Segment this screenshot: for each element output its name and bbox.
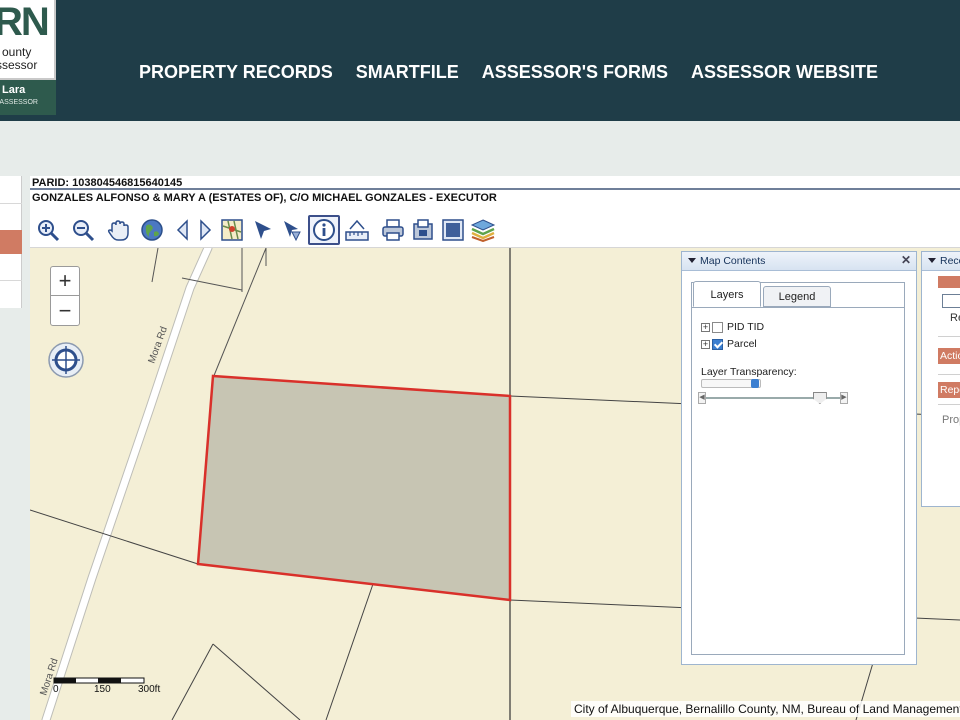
record-tab-bar[interactable] bbox=[938, 276, 960, 288]
reports-button[interactable]: Reports bbox=[938, 382, 960, 398]
record-divider bbox=[938, 336, 960, 337]
logo-mark: RN bbox=[0, 0, 50, 44]
left-panel-divider bbox=[0, 280, 22, 281]
record-label: Re bbox=[950, 312, 960, 324]
map-zoom-out-button[interactable]: − bbox=[51, 297, 79, 326]
map-view-icon[interactable] bbox=[218, 216, 246, 244]
transparency-slider[interactable]: ◀ ▶ bbox=[698, 392, 848, 404]
record-panel-title: Record bbox=[940, 255, 960, 267]
record-divider bbox=[938, 404, 960, 405]
map-zoom-control: + − bbox=[50, 266, 80, 326]
boundary-line bbox=[212, 643, 301, 720]
map-toolbar bbox=[30, 212, 960, 248]
boundary-line bbox=[325, 583, 374, 720]
print-icon[interactable] bbox=[379, 216, 407, 244]
layers-icon[interactable] bbox=[469, 216, 497, 244]
tab-layers[interactable]: Layers bbox=[693, 281, 761, 307]
layer-checkbox-parcel[interactable] bbox=[712, 338, 723, 350]
scale-label-0: 0 bbox=[53, 684, 59, 695]
map-canvas[interactable]: Mora Rd Mora Rd + − 0 150 300ft City of … bbox=[30, 248, 960, 720]
left-side-panel bbox=[0, 176, 22, 308]
scale-label-300ft: 300ft bbox=[138, 684, 161, 695]
property-label: Property bbox=[942, 414, 960, 426]
main-nav: PROPERTY RECORDS SMARTFILE ASSESSOR'S FO… bbox=[139, 62, 878, 83]
record-panel: Record Re Actions Reports Property bbox=[921, 251, 960, 507]
layer-checkbox-pid-tid[interactable] bbox=[712, 321, 723, 333]
nav-assessors-forms[interactable]: ASSESSOR'S FORMS bbox=[482, 62, 668, 83]
boundary-line bbox=[151, 248, 159, 283]
slider-thumb[interactable] bbox=[812, 392, 827, 404]
logo-subtitle-assessor: ssessor bbox=[0, 58, 38, 72]
selected-parcel bbox=[196, 374, 512, 602]
pan-hand-icon[interactable] bbox=[104, 216, 132, 244]
collapse-caret-icon[interactable] bbox=[928, 258, 936, 263]
logo-assessor-name: Lara bbox=[2, 84, 26, 96]
map-contents-panel: Map Contents ✕ Layers Legend + PID TID +… bbox=[681, 251, 917, 665]
map-contents-body: Layers Legend + PID TID + Parcel Layer T… bbox=[691, 281, 905, 655]
boundary-line bbox=[212, 248, 267, 379]
actions-button[interactable]: Actions bbox=[938, 348, 960, 364]
nav-property-records[interactable]: PROPERTY RECORDS bbox=[139, 62, 333, 83]
logo-card: RN ounty ssessor bbox=[0, 0, 56, 80]
layers-tab-content: + PID TID + Parcel Layer Transparency: ◀ bbox=[692, 307, 904, 654]
nav-assessor-website[interactable]: ASSESSOR WEBSITE bbox=[691, 62, 878, 83]
logo-assessor-role: NTY ASSESSOR bbox=[0, 99, 38, 106]
identify-info-icon[interactable] bbox=[308, 215, 340, 245]
layer-row-pid-tid: + PID TID bbox=[701, 320, 764, 334]
map-attribution: City of Albuquerque, Bernalillo County, … bbox=[571, 701, 960, 717]
record-panel-header[interactable]: Record bbox=[922, 252, 960, 271]
layer-label-parcel: Parcel bbox=[727, 338, 757, 350]
layer-row-parcel: + Parcel bbox=[701, 337, 757, 351]
transparency-layer-select[interactable] bbox=[701, 379, 761, 388]
measure-icon[interactable] bbox=[343, 216, 371, 244]
select-arrow-alt-icon[interactable] bbox=[278, 216, 306, 244]
expand-plus-icon[interactable]: + bbox=[701, 322, 710, 332]
zoom-in-icon[interactable] bbox=[34, 216, 62, 244]
collapse-caret-icon[interactable] bbox=[688, 258, 696, 263]
assessor-logo[interactable]: RN ounty ssessor Lara NTY ASSESSOR bbox=[0, 0, 56, 115]
slider-right-arrow-icon[interactable]: ▶ bbox=[840, 392, 848, 404]
select-arrow-icon[interactable] bbox=[249, 216, 277, 244]
locate-crosshair-icon[interactable] bbox=[48, 342, 84, 378]
export-icon[interactable] bbox=[409, 216, 437, 244]
record-divider bbox=[938, 374, 960, 375]
full-extent-globe-icon[interactable] bbox=[138, 216, 166, 244]
app-header: RN ounty ssessor Lara NTY ASSESSOR PROPE… bbox=[0, 0, 960, 121]
select-spinner-icon bbox=[751, 379, 759, 388]
zoom-out-icon[interactable] bbox=[69, 216, 97, 244]
next-extent-icon[interactable] bbox=[191, 216, 219, 244]
tab-legend[interactable]: Legend bbox=[763, 286, 831, 307]
expand-plus-icon[interactable]: + bbox=[701, 339, 710, 349]
map-viewer: PARID: 103804546815640145 GONZALES ALFON… bbox=[30, 176, 960, 720]
left-panel-divider bbox=[0, 203, 22, 204]
map-contents-title: Map Contents bbox=[700, 255, 766, 267]
layer-label-pid-tid: PID TID bbox=[727, 321, 765, 333]
left-panel-active-tab[interactable] bbox=[0, 230, 22, 254]
owner-name: GONZALES ALFONSO & MARY A (ESTATES OF), … bbox=[32, 192, 497, 204]
layer-transparency-label: Layer Transparency: bbox=[701, 366, 797, 378]
scale-bar-graphic bbox=[53, 677, 145, 684]
scale-bar: 0 150 300ft bbox=[52, 676, 202, 700]
map-zoom-in-button[interactable]: + bbox=[51, 267, 79, 296]
owner-bar: GONZALES ALFONSO & MARY A (ESTATES OF), … bbox=[30, 188, 960, 205]
record-search-input[interactable] bbox=[942, 294, 960, 308]
nav-smartfile[interactable]: SMARTFILE bbox=[356, 62, 459, 83]
screenshot-icon[interactable] bbox=[439, 216, 467, 244]
slider-left-arrow-icon[interactable]: ◀ bbox=[698, 392, 706, 404]
scale-label-150: 150 bbox=[94, 684, 111, 695]
map-contents-header[interactable]: Map Contents ✕ bbox=[682, 252, 916, 271]
close-icon[interactable]: ✕ bbox=[901, 253, 911, 267]
